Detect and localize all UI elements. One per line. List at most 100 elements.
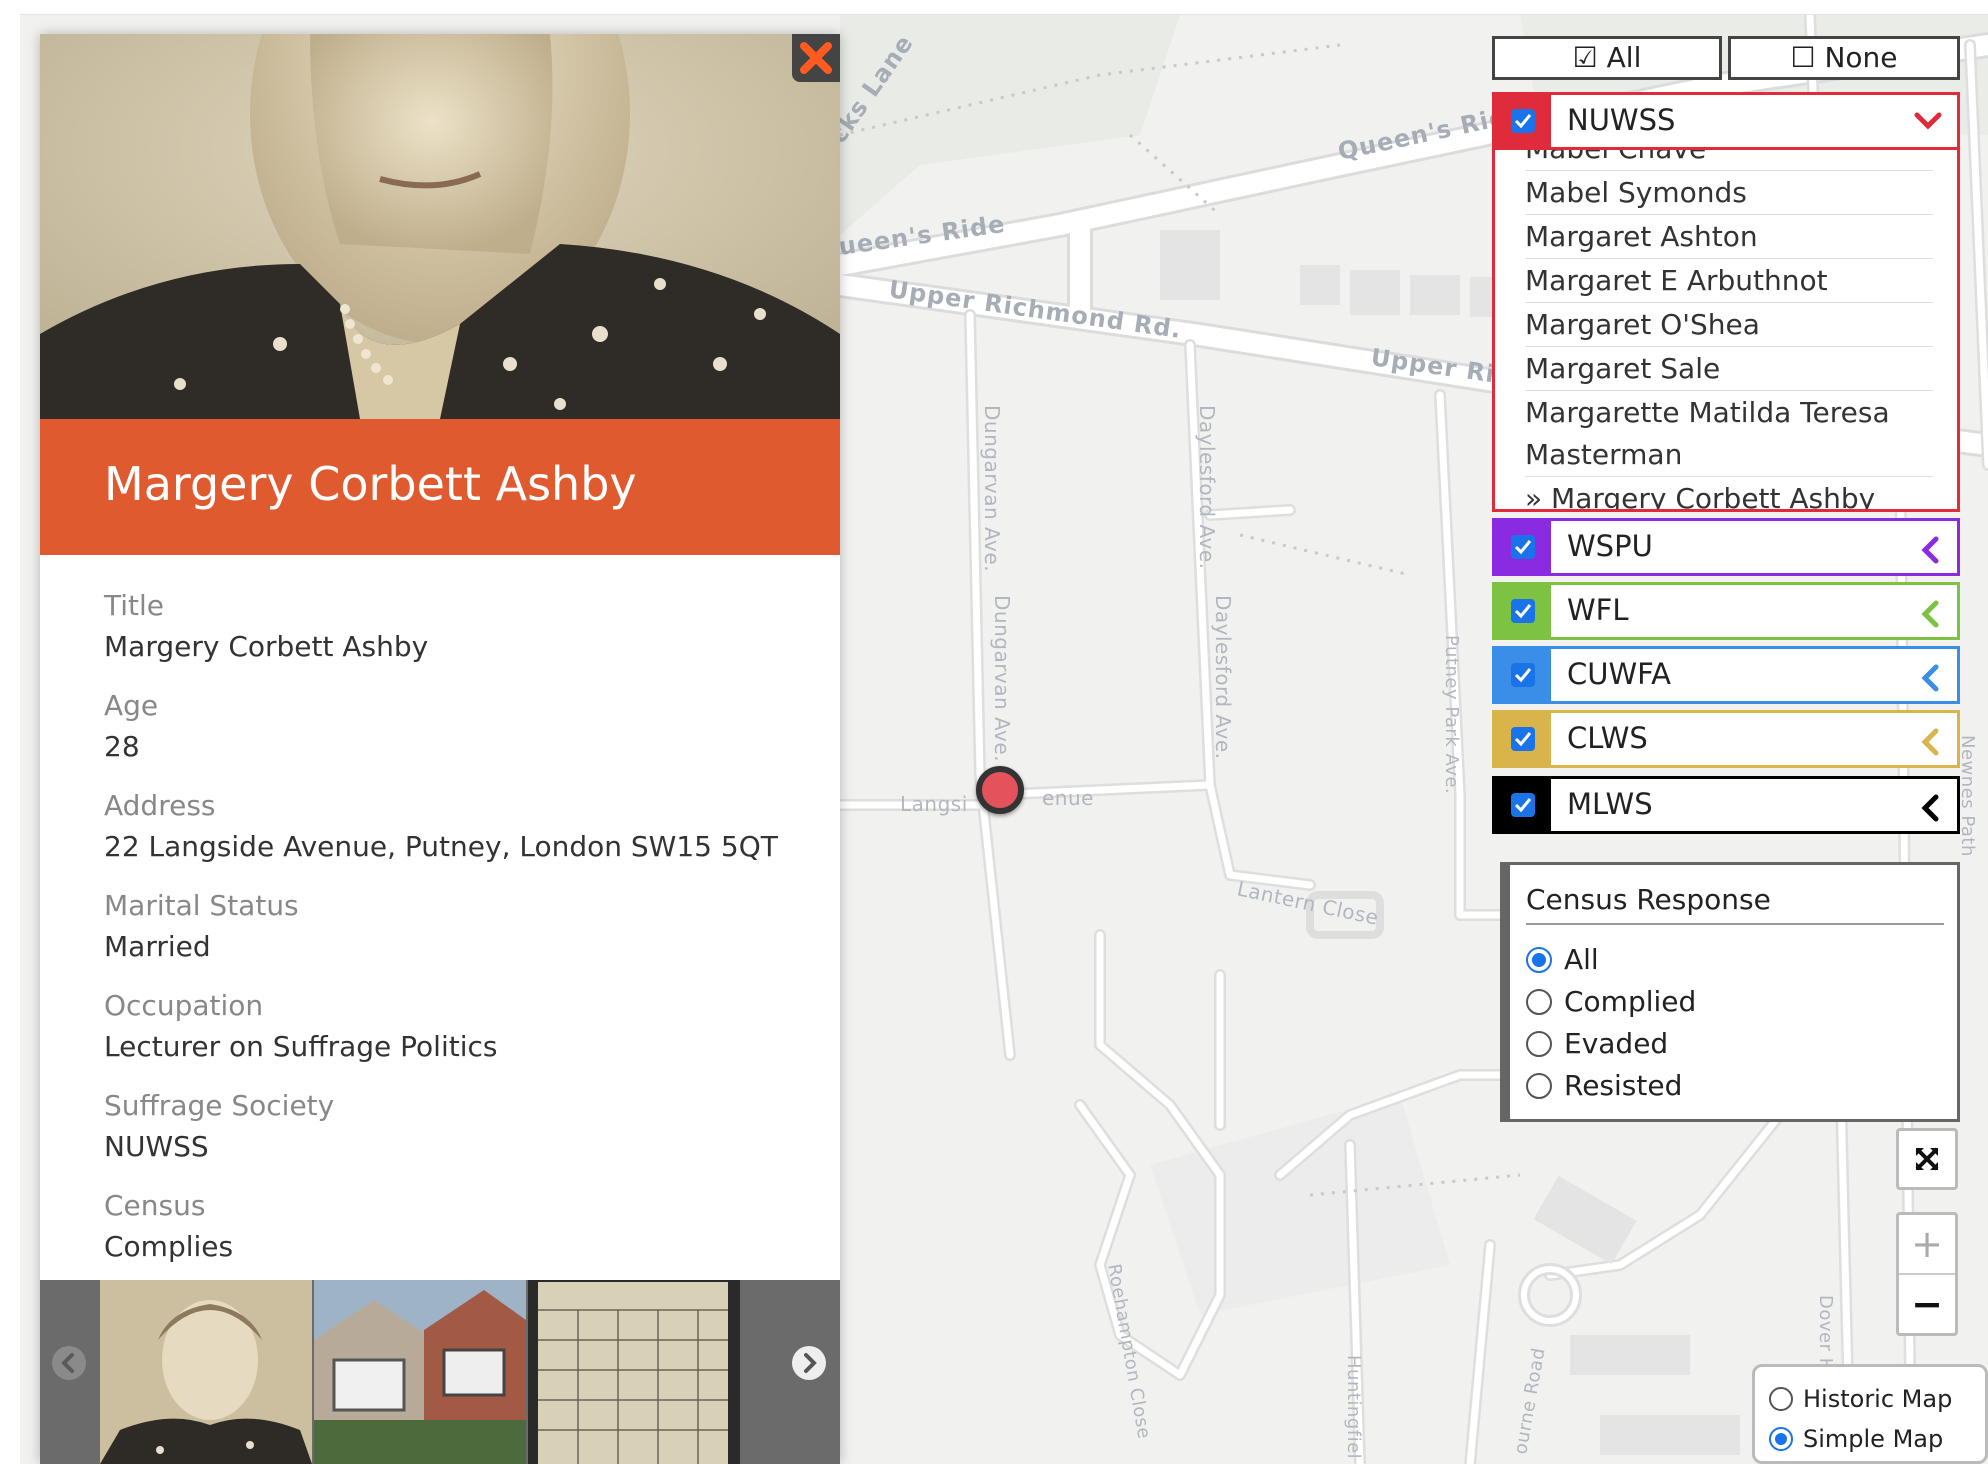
society-row-mlws[interactable]: MLWS	[1492, 776, 1960, 834]
field-address: Address 22 Langside Avenue, Putney, Lond…	[104, 786, 804, 868]
field-value: 22 Langside Avenue, Putney, London SW15 …	[104, 830, 778, 863]
gallery-thumb-house[interactable]	[314, 1280, 526, 1464]
society-label: WFL	[1567, 593, 1629, 627]
member-item[interactable]: Margarette Matilda Teresa	[1525, 396, 1933, 429]
field-census: Census Complies	[104, 1186, 804, 1268]
member-item-selected[interactable]: » Margery Corbett Ashby	[1525, 482, 1933, 509]
radio-label: Evaded	[1564, 1027, 1669, 1060]
road-label: Dungarvan Ave.	[990, 595, 1014, 762]
radio[interactable]	[1769, 1387, 1793, 1411]
zoom-in-button[interactable]: +	[1899, 1215, 1955, 1273]
field-label: Occupation	[104, 989, 264, 1022]
select-none-button[interactable]: ☐ None	[1728, 36, 1960, 80]
field-value: NUWSS	[104, 1130, 209, 1163]
field-suffrage-society: Suffrage Society NUWSS	[104, 1086, 804, 1168]
member-item[interactable]: Mabel Chave	[1525, 150, 1933, 165]
select-all-button[interactable]: ☑ All	[1492, 36, 1722, 80]
member-item[interactable]: Margaret E Arbuthnot	[1525, 264, 1933, 297]
gallery-prev-button[interactable]	[52, 1346, 86, 1380]
road-label: Newnes Path	[1957, 735, 1978, 857]
field-label: Address	[104, 789, 216, 822]
radio[interactable]	[1526, 1031, 1552, 1057]
field-title: Title Margery Corbett Ashby	[104, 586, 804, 668]
chevron-down-icon	[1914, 112, 1942, 130]
road-label: Huntingfiel	[1343, 1355, 1364, 1459]
radio-label: Simple Map	[1803, 1425, 1944, 1453]
society-label: CLWS	[1567, 721, 1648, 755]
society-row-clws[interactable]: CLWS	[1492, 710, 1960, 768]
divider	[1526, 923, 1944, 925]
road-label: Daylesford Ave.	[1195, 405, 1219, 569]
nuwss-member-list[interactable]: Mabel Chave Mabel Symonds Margaret Ashto…	[1492, 150, 1960, 512]
field-label: Suffrage Society	[104, 1089, 335, 1122]
member-item[interactable]: Margaret Sale	[1525, 352, 1933, 385]
divider	[1525, 302, 1933, 303]
member-item[interactable]: Mabel Symonds	[1525, 176, 1933, 209]
road-label: Dungarvan Ave.	[980, 405, 1004, 572]
society-checkbox[interactable]	[1495, 585, 1551, 637]
society-label: NUWSS	[1567, 103, 1676, 137]
road-label: Daylesford Ave.	[1211, 595, 1235, 759]
member-item[interactable]: Margaret O'Shea	[1525, 308, 1933, 341]
field-occupation: Occupation Lecturer on Suffrage Politics	[104, 986, 804, 1068]
society-label: CUWFA	[1567, 657, 1672, 691]
society-checkbox[interactable]	[1495, 95, 1551, 147]
field-value: Lecturer on Suffrage Politics	[104, 1030, 498, 1063]
divider	[1525, 476, 1933, 477]
chevron-left-icon	[1921, 728, 1939, 756]
society-row-nuwss[interactable]: NUWSS	[1492, 92, 1960, 150]
radio-label: All	[1564, 943, 1599, 976]
member-item[interactable]: Margaret Ashton	[1525, 220, 1933, 253]
zoom-out-button[interactable]: −	[1899, 1275, 1955, 1333]
member-item[interactable]: Masterman	[1525, 438, 1933, 471]
road-label: Dover H	[1815, 1295, 1836, 1372]
field-value: Complies	[104, 1230, 234, 1263]
check-icon	[1514, 540, 1532, 555]
society-checkbox[interactable]	[1495, 713, 1551, 765]
gallery-thumb-census-document[interactable]	[528, 1280, 740, 1464]
society-checkbox[interactable]	[1495, 779, 1551, 831]
radio-selected[interactable]	[1526, 947, 1552, 973]
check-icon	[1514, 668, 1532, 683]
person-name: Margery Corbett Ashby	[104, 457, 637, 511]
name-header: Margery Corbett Ashby	[40, 419, 840, 555]
chevron-left-icon	[61, 1353, 74, 1373]
close-icon	[800, 42, 832, 74]
society-checkbox[interactable]	[1495, 649, 1551, 701]
gallery-thumb-portrait[interactable]	[100, 1280, 312, 1464]
radio[interactable]	[1526, 1073, 1552, 1099]
road-label: ourne Road	[1510, 1346, 1549, 1456]
check-icon	[1514, 798, 1532, 813]
society-row-wfl[interactable]: WFL	[1492, 582, 1960, 640]
radio-label: Complied	[1564, 985, 1697, 1018]
society-label: WSPU	[1567, 529, 1653, 563]
portrait-photo	[40, 34, 840, 419]
photo-gallery	[40, 1280, 840, 1464]
field-label: Marital Status	[104, 889, 299, 922]
chevron-right-icon	[804, 1353, 817, 1373]
location-marker[interactable]	[976, 766, 1024, 814]
chevron-left-icon	[1921, 536, 1939, 564]
radio-label: Historic Map	[1803, 1385, 1953, 1413]
check-icon	[1514, 114, 1532, 129]
check-icon	[1514, 732, 1532, 747]
field-label: Age	[104, 689, 159, 722]
field-age: Age 28	[104, 686, 804, 768]
road-label: Putney Park Ave.	[1441, 635, 1462, 794]
society-row-cuwfa[interactable]: CUWFA	[1492, 646, 1960, 704]
society-checkbox[interactable]	[1495, 521, 1551, 573]
radio-selected[interactable]	[1769, 1427, 1793, 1451]
road-label: enue	[1042, 786, 1094, 810]
census-response-panel: Census Response All Complied Evaded Resi…	[1500, 862, 1960, 1122]
gallery-next-button[interactable]	[792, 1346, 826, 1380]
divider	[1525, 214, 1933, 215]
close-button[interactable]	[792, 34, 840, 82]
society-row-wspu[interactable]: WSPU	[1492, 518, 1960, 576]
basemap-switcher: Historic Map Simple Map	[1752, 1364, 1988, 1464]
person-details: Title Margery Corbett Ashby Age 28 Addre…	[104, 586, 804, 1286]
radio[interactable]	[1526, 989, 1552, 1015]
person-popup: Margery Corbett Ashby Title Margery Corb…	[40, 34, 840, 1464]
divider	[1525, 390, 1933, 391]
fullscreen-button[interactable]	[1896, 1128, 1958, 1190]
fullscreen-icon	[1915, 1147, 1939, 1171]
